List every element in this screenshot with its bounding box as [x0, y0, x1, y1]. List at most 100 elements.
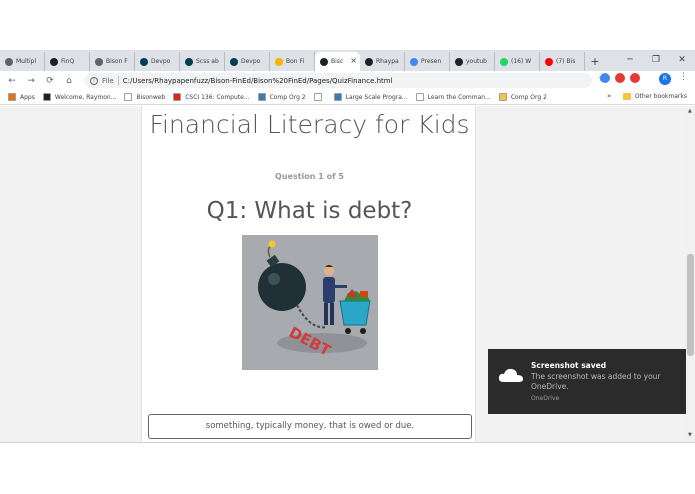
adblock-icon[interactable] [615, 73, 625, 83]
shopping-cart-icon [339, 300, 371, 326]
scroll-up-arrow[interactable]: ▲ [688, 108, 692, 114]
new-tab-button[interactable]: + [585, 52, 605, 71]
home-button[interactable]: ⌂ [62, 74, 76, 88]
other-bookmarks[interactable]: Other bookmarks [622, 93, 687, 100]
man-suit [323, 277, 335, 303]
browser-tab[interactable]: (16) W [495, 52, 540, 71]
minimize-button[interactable]: ─ [617, 50, 643, 71]
man-leg-right [330, 303, 334, 325]
bookmark-item[interactable]: Welcome, Raymon... [42, 93, 117, 101]
piazza-icon [257, 93, 266, 101]
screen: Multipl FinQ Bison F Devpo Scss ab Devpo Bon F… [0, 0, 695, 494]
bottom-margin [0, 442, 695, 494]
toast-source: OneDrive [531, 395, 560, 402]
browser-tab[interactable]: Rhaypa [360, 52, 405, 71]
bookmark-item[interactable] [313, 93, 326, 101]
bookmark-item[interactable]: Comp Org 2 [498, 93, 547, 101]
tab-label: FinQ [61, 58, 75, 65]
devpost-icon [140, 57, 148, 66]
browser-menu-icon[interactable]: ⋮ [679, 72, 688, 82]
tab-label: Presen [421, 58, 442, 65]
tab-label: Devpo [151, 58, 171, 65]
cart-item [360, 291, 368, 297]
question-counter: Question 1 of 5 [275, 172, 344, 181]
close-window-button[interactable]: ✕ [669, 50, 695, 71]
debt-label: DEBT [286, 323, 334, 360]
bookmark-label: Learn the Comman... [427, 93, 491, 101]
address-bar[interactable]: i File C:/Users/Rhaypapenfuzz/Bison-FinE… [84, 73, 606, 88]
zybooks-icon [173, 93, 182, 101]
answer-option[interactable]: something, typically money, that is owed… [148, 414, 472, 439]
bm-icon [42, 93, 51, 101]
browser-tab[interactable]: Bon Fi [270, 52, 315, 71]
browser-tab[interactable]: FinQ [45, 52, 90, 71]
tab-label: Multipl [16, 58, 37, 65]
apps-icon [8, 93, 16, 101]
stop-icon[interactable] [630, 73, 640, 83]
chain [296, 304, 328, 329]
bookmarks-list: Apps Welcome, Raymon... Bisonweb CSCI 136: … [0, 93, 547, 101]
close-tab-icon[interactable]: × [350, 56, 357, 65]
forward-button[interactable]: → [24, 74, 38, 88]
bookmark-label: Welcome, Raymon... [54, 93, 117, 101]
browser-tab[interactable]: Bison F [90, 52, 135, 71]
tab-label: Bisc [331, 58, 344, 65]
toast-body: The screenshot was added to your OneDriv… [531, 372, 661, 391]
back-button[interactable]: ← [5, 74, 19, 88]
man-hair [325, 265, 333, 267]
bookmark-item[interactable]: Learn the Comman... [415, 93, 491, 101]
bomb-highlight [268, 273, 280, 285]
page-scrollbar[interactable]: ▲ ▼ [686, 106, 695, 442]
document-icon [95, 57, 103, 66]
window-controls: ─ ❐ ✕ [617, 50, 695, 71]
bookmark-item[interactable]: Large Scale Progra... [333, 93, 408, 101]
tab-label: Scss ab [196, 58, 219, 65]
tab-label: Bon Fi [286, 58, 305, 65]
bookmark-label: CSCI 136: Compute... [185, 93, 250, 101]
bookmark-item[interactable]: CSCI 136: Compute... [173, 93, 250, 101]
cart-wheel-left [345, 328, 351, 334]
scheme-label: File [102, 76, 114, 85]
browser-tab[interactable]: youtub [450, 52, 495, 71]
toast-title: Screenshot saved [531, 361, 607, 370]
debt-illustration: DEBT [242, 235, 378, 370]
scroll-down-arrow[interactable]: ▼ [688, 432, 692, 438]
info-icon[interactable]: i [90, 76, 98, 85]
restore-button[interactable]: ❐ [643, 50, 669, 71]
spark-icon [268, 240, 276, 248]
piazza-icon [333, 93, 342, 101]
browser-tab[interactable]: Bisc × [315, 52, 360, 71]
scroll-thumb[interactable] [687, 254, 694, 356]
browser-tab[interactable]: Devpo [135, 52, 180, 71]
bookmark-item[interactable]: Comp Org 2 [257, 93, 306, 101]
tab-label: (7) Bis [556, 58, 576, 65]
browser-tab[interactable]: Scss ab [180, 52, 225, 71]
tab-strip: Multipl FinQ Bison F Devpo Scss ab Devpo Bon F… [0, 50, 695, 71]
reload-button[interactable]: ⟳ [43, 74, 57, 88]
translate-icon[interactable] [600, 73, 610, 83]
tab-label: (16) W [511, 58, 532, 65]
bookmarks-overflow-button[interactable]: » [607, 92, 611, 100]
browser-tab[interactable]: Devpo [225, 52, 270, 71]
browser-toolbar: ← → ⟳ ⌂ i File C:/Users/Rhaypapenfuzz/Bi… [0, 71, 695, 90]
bookmark-item[interactable]: Bisonweb [124, 93, 165, 101]
tabs-container: Multipl FinQ Bison F Devpo Scss ab Devpo Bon F… [0, 50, 585, 71]
bomb-icon [258, 263, 306, 311]
url-text[interactable]: C:/Users/Rhaypapenfuzz/Bison-FinEd/Bison… [123, 77, 393, 85]
profile-avatar[interactable]: R [659, 73, 671, 85]
tab-label: Rhaypa [376, 58, 399, 65]
browser-tab[interactable]: Presen [405, 52, 450, 71]
cart-wheel-right [360, 328, 366, 334]
bison-icon [50, 57, 58, 66]
page-title: Financial Literacy for Kids [149, 110, 470, 139]
bison-icon [455, 57, 463, 66]
browser-tab[interactable]: Multipl [0, 52, 45, 71]
bookmark-item[interactable]: Apps [8, 93, 35, 101]
tab-label: Devpo [241, 58, 261, 65]
man-leg-left [324, 303, 328, 325]
cloud-icon [498, 368, 523, 382]
onedrive-notification[interactable]: Screenshot saved The screenshot was adde… [488, 349, 686, 414]
browser-tab[interactable]: (7) Bis [540, 52, 585, 71]
bison-icon [320, 57, 328, 66]
document-icon [313, 93, 322, 101]
